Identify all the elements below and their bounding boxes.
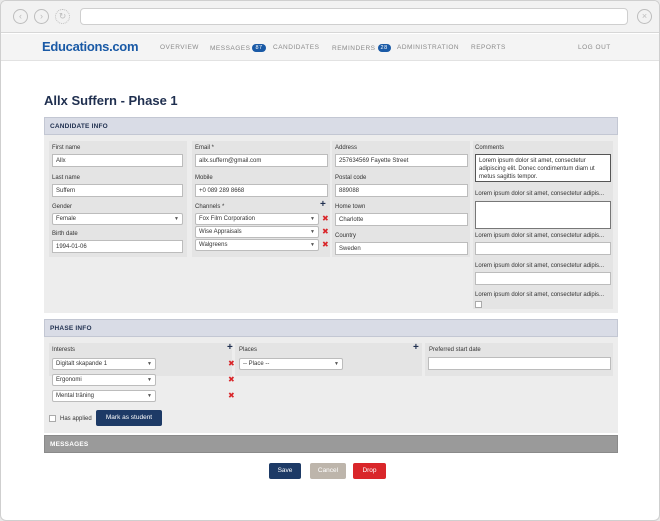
interest-select[interactable]: Mental träning ▼ [52, 390, 156, 402]
save-button[interactable]: Save [269, 463, 301, 479]
dropdown-arrow-icon: ▼ [310, 229, 315, 235]
email-input[interactable]: allx.suffern@gmail.com [195, 154, 328, 167]
remove-interest-icon[interactable]: ✖ [228, 391, 235, 400]
messages-count-badge: 87 [252, 44, 266, 52]
dropdown-arrow-icon: ▼ [334, 361, 339, 367]
add-place-icon[interactable]: + [413, 342, 419, 353]
postal-code-input[interactable]: 889088 [335, 184, 468, 197]
channel-select[interactable]: Wise Appraisals ▼ [195, 226, 319, 238]
address-bar[interactable] [80, 8, 628, 25]
remove-interest-icon[interactable]: ✖ [228, 375, 235, 384]
new-comment-textarea[interactable] [475, 201, 611, 229]
places-label: Places [239, 347, 258, 353]
browser-window: ‹ › ↻ × Educations.com OVERVIEW MESSAGES… [0, 0, 660, 521]
home-town-label: Home town [335, 204, 366, 210]
birth-date-input[interactable]: 1994-01-06 [52, 240, 183, 253]
comments-column: Comments Lorem ipsum dolor sit amet, con… [473, 141, 613, 309]
preferred-start-date-label: Preferred start date [429, 347, 481, 353]
reminders-count-badge: 28 [377, 44, 391, 52]
nav-reports[interactable]: REPORTS [471, 44, 506, 51]
channel-select[interactable]: Fox Film Corporation ▼ [195, 213, 319, 225]
nav-reminders[interactable]: REMINDERS 28 [332, 44, 391, 52]
comment-entry: Lorem ipsum dolor sit amet, consectetur … [475, 233, 605, 239]
personal-column: First name Allx Last name Suffern Gender… [49, 141, 187, 257]
comment-entry-input[interactable] [475, 272, 611, 285]
remove-channel-icon[interactable]: ✖ [322, 240, 329, 249]
last-name-input[interactable]: Suffern [52, 184, 183, 197]
address-input[interactable]: 257634569 Fayette Street [335, 154, 468, 167]
mobile-label: Mobile [195, 175, 213, 181]
close-icon[interactable]: × [637, 9, 652, 24]
gender-select[interactable]: Female ▼ [52, 213, 183, 225]
browser-toolbar: ‹ › ↻ × [1, 1, 659, 33]
comment-entry-input[interactable] [475, 242, 611, 255]
phase-info-header[interactable]: PHASE INFO [44, 319, 618, 337]
nav-messages[interactable]: MESSAGES 87 [210, 44, 266, 52]
mark-as-student-button[interactable]: Mark as student [96, 410, 162, 426]
back-icon[interactable]: ‹ [13, 9, 28, 24]
nav-candidates[interactable]: CANDIDATES [273, 44, 319, 51]
interest-select[interactable]: Ergonomi ▼ [52, 374, 156, 386]
comment-entry: Lorem ipsum dolor sit amet, consectetur … [475, 191, 605, 197]
country-label: Country [335, 233, 357, 239]
home-town-input[interactable]: Charlotte [335, 213, 468, 226]
dropdown-arrow-icon: ▼ [310, 216, 315, 222]
logo[interactable]: Educations.com [42, 39, 139, 54]
dropdown-arrow-icon: ▼ [310, 242, 315, 248]
comment-entry: Lorem ipsum dolor sit amet, consectetur … [475, 292, 605, 298]
cancel-button[interactable]: Cancel [310, 463, 346, 479]
messages-header[interactable]: MESSAGES [44, 435, 618, 453]
add-interest-icon[interactable]: + [227, 342, 233, 353]
comment-display[interactable]: Lorem ipsum dolor sit amet, consectetur … [475, 154, 611, 182]
address-column: Address 257634569 Fayette Street Postal … [332, 141, 470, 257]
phase-info-body: Interests + Digitalt skapande 1 ▼ ✖ Ergon… [44, 337, 618, 433]
place-select[interactable]: -- Place -- ▼ [239, 358, 343, 370]
birth-date-label: Birth date [52, 231, 78, 237]
mobile-input[interactable]: +0 089 289 8668 [195, 184, 328, 197]
dropdown-arrow-icon: ▼ [147, 393, 152, 399]
remove-channel-icon[interactable]: ✖ [322, 227, 329, 236]
logout-link[interactable]: LOG OUT [578, 44, 611, 51]
last-name-label: Last name [52, 175, 81, 181]
remove-interest-icon[interactable]: ✖ [228, 359, 235, 368]
page-title: Allx Suffern - Phase 1 [44, 93, 178, 108]
candidate-info-header[interactable]: CANDIDATE INFO [44, 117, 618, 135]
first-name-label: First name [52, 145, 81, 151]
email-label: Email * [195, 145, 215, 151]
comment-entry: Lorem ipsum dolor sit amet, consectetur … [475, 263, 605, 269]
country-input[interactable]: Sweden [335, 242, 468, 255]
channel-select[interactable]: Walgreens ▼ [195, 239, 319, 251]
dropdown-arrow-icon: ▼ [147, 377, 152, 383]
nav-overview[interactable]: OVERVIEW [160, 44, 199, 51]
add-channel-icon[interactable]: + [320, 199, 326, 210]
first-name-input[interactable]: Allx [52, 154, 183, 167]
dropdown-arrow-icon: ▼ [174, 216, 179, 222]
nav-administration[interactable]: ADMINISTRATION [397, 44, 459, 51]
forward-icon[interactable]: › [34, 9, 49, 24]
candidate-info-body: First name Allx Last name Suffern Gender… [44, 135, 618, 313]
comments-label: Comments [475, 145, 505, 151]
address-label: Address [335, 145, 358, 151]
interests-label: Interests [52, 347, 76, 353]
interest-select[interactable]: Digitalt skapande 1 ▼ [52, 358, 156, 370]
comment-checkbox[interactable] [475, 301, 482, 308]
drop-button[interactable]: Drop [353, 463, 386, 479]
channels-label: Channels * [195, 204, 225, 210]
comment-text: Lorem ipsum dolor sit amet, consectetur … [479, 158, 595, 180]
remove-channel-icon[interactable]: ✖ [322, 214, 329, 223]
reload-icon[interactable]: ↻ [55, 9, 70, 24]
contact-column: Email * allx.suffern@gmail.com Mobile +0… [192, 141, 330, 257]
preferred-start-date-input[interactable] [428, 357, 611, 370]
dropdown-arrow-icon: ▼ [147, 361, 152, 367]
gender-label: Gender [52, 204, 73, 210]
has-applied-label: Has applied [60, 416, 92, 422]
postal-code-label: Postal code [335, 175, 367, 181]
has-applied-checkbox[interactable] [49, 415, 56, 422]
app-header: Educations.com OVERVIEW MESSAGES 87 CANDI… [1, 34, 659, 61]
